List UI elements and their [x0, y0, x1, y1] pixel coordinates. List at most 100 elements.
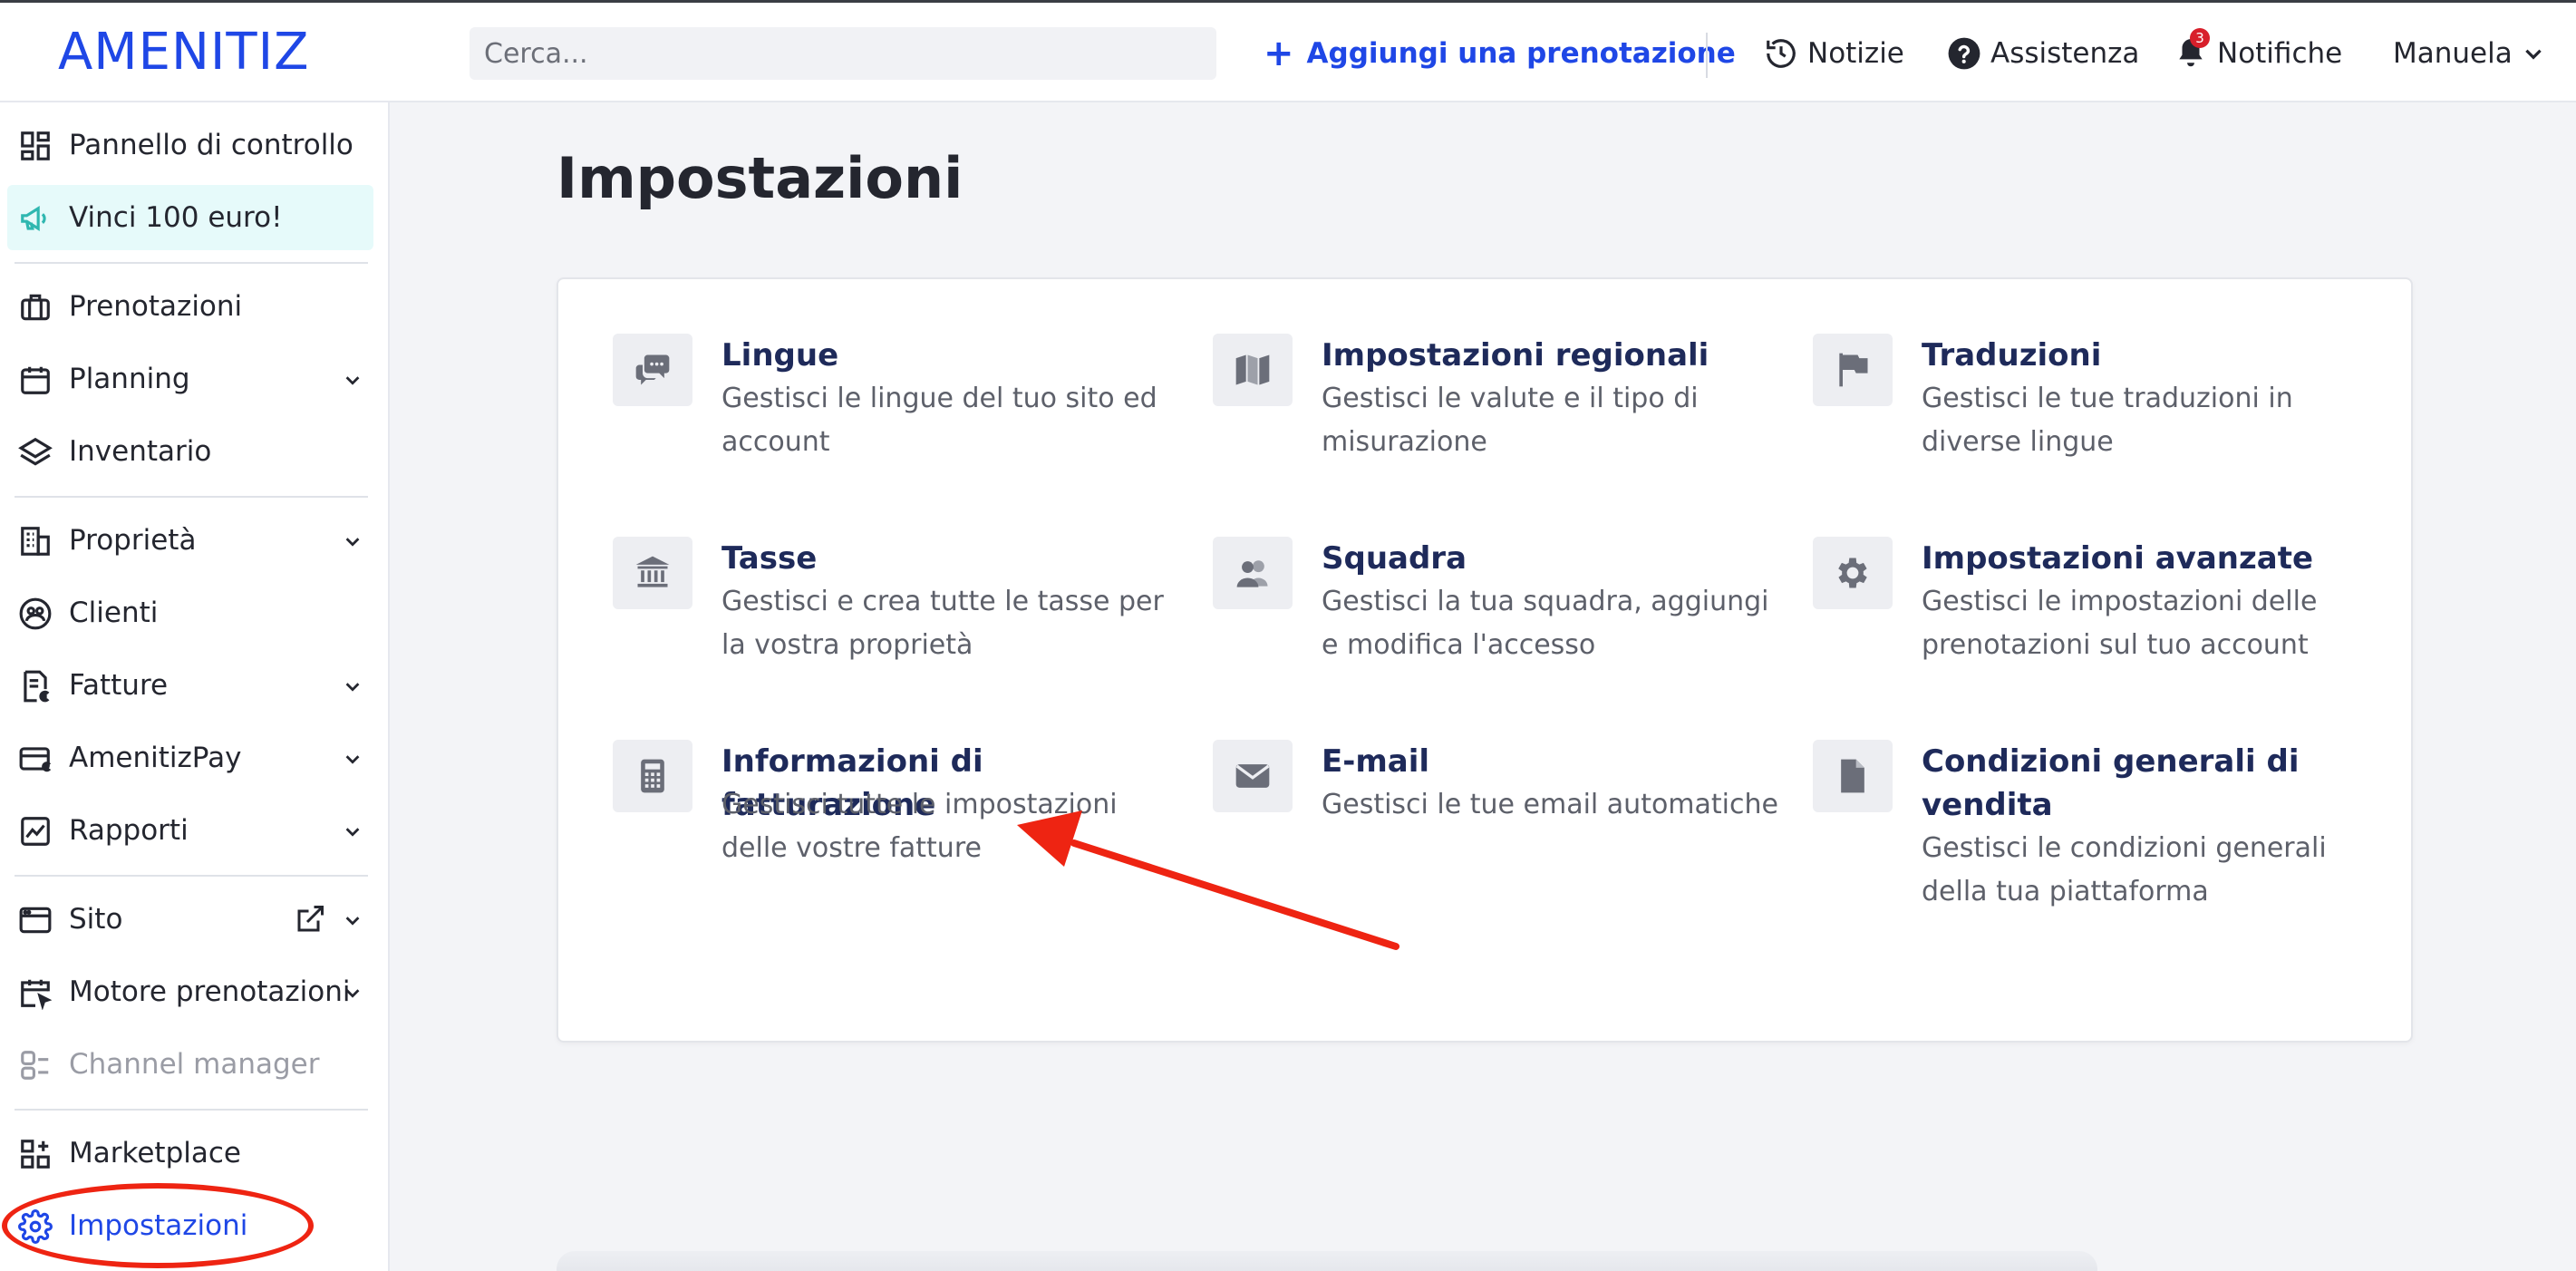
chevron-down-icon: [345, 755, 360, 764]
news-label: Notizie: [1807, 37, 1904, 70]
tile-title: Traduzioni: [1922, 337, 2102, 374]
megaphone-icon: [21, 206, 46, 231]
tile-regional-settings[interactable]: Impostazioni regionali Gestisci le valut…: [1213, 334, 1793, 470]
envelope-icon: [1235, 764, 1270, 788]
flag-icon: [1839, 353, 1868, 387]
tile-languages[interactable]: Lingue Gestisci le lingue del tuo sito e…: [613, 334, 1193, 470]
sidebar-item-planning[interactable]: Planning: [7, 346, 373, 412]
tile-icon-box: [613, 537, 692, 609]
sidebar-item-inventory[interactable]: Inventario: [7, 419, 373, 484]
sidebar-divider: [15, 1109, 368, 1111]
booking-engine-icon: [21, 979, 53, 1010]
chevron-down-icon: [345, 376, 360, 385]
sidebar-item-bookings[interactable]: Prenotazioni: [7, 274, 373, 339]
tile-advanced-settings[interactable]: Impostazioni avanzate Gestisci le impost…: [1813, 537, 2393, 673]
sidebar-item-channel-manager[interactable]: Channel manager: [7, 1032, 373, 1097]
sidebar-item-properties[interactable]: Proprietà: [7, 508, 373, 573]
tile-description: la vostra proprietà: [721, 629, 973, 661]
history-icon: [1767, 39, 1796, 68]
tile-title: Impostazioni regionali: [1322, 337, 1709, 374]
sidebar-item-dashboard[interactable]: Pannello di controllo: [7, 112, 373, 178]
tile-icon-box: [1213, 740, 1293, 812]
sidebar-item-reports[interactable]: Rapporti: [7, 798, 373, 863]
sidebar-item-label: Motore prenotazioni: [69, 975, 351, 1008]
sidebar-divider: [15, 875, 368, 877]
amenitiz-logo[interactable]: AMENITIZ: [58, 23, 310, 82]
tile-description: Gestisci le impostazioni delle: [1922, 586, 2318, 617]
tile-description: Gestisci le tue email automatiche: [1322, 789, 1778, 820]
sidebar-item-label: AmenitizPay: [69, 742, 242, 774]
tile-description: e modifica l'accesso: [1322, 629, 1596, 661]
suitcase-icon: [21, 294, 50, 321]
notifications-label: Notifiche: [2217, 37, 2343, 70]
plus-icon: +: [1264, 33, 1294, 74]
sidebar-item-label: Rapporti: [69, 814, 189, 847]
sidebar-item-clients[interactable]: Clienti: [7, 580, 373, 645]
help-label: Assistenza: [1990, 37, 2140, 70]
user-name: Manuela: [2393, 37, 2513, 70]
tile-icon-box: [613, 334, 692, 406]
cog-icon: [1838, 558, 1867, 588]
tile-team[interactable]: Squadra Gestisci la tua squadra, aggiung…: [1213, 537, 1793, 673]
tile-icon-box: [1813, 537, 1893, 609]
chat-bubbles-icon: [635, 354, 670, 385]
sidebar-item-booking-engine[interactable]: Motore prenotazioni: [7, 959, 373, 1024]
tile-title: Squadra: [1322, 540, 1467, 577]
tile-email[interactable]: E-mail Gestisci le tue email automatiche: [1213, 740, 1793, 830]
external-link-icon[interactable]: [294, 903, 326, 936]
tile-title: vendita: [1922, 787, 2053, 823]
sidebar-item-label: Marketplace: [69, 1137, 241, 1169]
dashboard-icon: [21, 131, 50, 160]
sidebar-item-settings[interactable]: Impostazioni: [7, 1193, 373, 1258]
tile-description: misurazione: [1322, 426, 1487, 458]
chart-icon: [21, 817, 50, 846]
tile-description: Gestisci le tue traduzioni in: [1922, 383, 2293, 414]
sidebar-item-label: Proprietà: [69, 524, 197, 557]
tile-icon-box: [1813, 334, 1893, 406]
sidebar: Pannello di controllo Vinci 100 euro! Pr…: [0, 102, 390, 1271]
sidebar-item-label: Inventario: [69, 435, 212, 468]
tile-translations[interactable]: Traduzioni Gestisci le tue traduzioni in…: [1813, 334, 2393, 470]
card-icon: [19, 747, 52, 772]
chevron-down-icon: [345, 917, 360, 926]
tile-icon-box: [1813, 740, 1893, 812]
tile-description: prenotazioni sul tuo account: [1922, 629, 2309, 661]
chevron-down-icon: [345, 989, 360, 998]
user-menu[interactable]: Manuela: [2393, 30, 2545, 77]
tile-title: Tasse: [721, 540, 818, 577]
tile-title: Condizioni generali di: [1922, 743, 2300, 780]
next-card-edge: [557, 1251, 2097, 1271]
tile-icon-box: [613, 740, 692, 812]
tile-title: Lingue: [721, 337, 839, 374]
sidebar-item-promo[interactable]: Vinci 100 euro!: [7, 185, 373, 250]
bank-icon: [635, 556, 670, 587]
tile-icon-box: [1213, 537, 1293, 609]
sidebar-item-invoices[interactable]: Fatture: [7, 653, 373, 718]
sidebar-item-amenitizpay[interactable]: AmenitizPay: [7, 725, 373, 791]
layers-icon: [18, 437, 53, 466]
sidebar-item-label: Impostazioni: [69, 1209, 248, 1242]
news-button[interactable]: Notizie: [1764, 30, 1904, 77]
add-booking-button[interactable]: + Aggiungi una prenotazione: [1264, 31, 1736, 76]
notification-count-badge: 3: [2190, 28, 2210, 48]
sidebar-item-label: Planning: [69, 363, 190, 395]
calculator-icon: [641, 759, 664, 793]
chevron-down-icon: [2525, 49, 2542, 60]
tile-title: E-mail: [1322, 743, 1430, 780]
gear-icon: [18, 1209, 53, 1244]
tile-description: Gestisci le condizioni generali: [1922, 832, 2327, 864]
clients-icon: [19, 597, 52, 630]
tile-taxes[interactable]: Tasse Gestisci e crea tutte le tasse per…: [613, 537, 1193, 673]
tile-description: Gestisci la tua squadra, aggiungi: [1322, 586, 1769, 617]
help-button[interactable]: Assistenza: [1947, 30, 2139, 77]
browser-icon: [19, 907, 52, 934]
search-input[interactable]: [470, 27, 1216, 80]
tile-billing-information[interactable]: Informazioni di fatturazione Gestisci tu…: [613, 740, 1193, 876]
building-icon: [21, 527, 50, 556]
sidebar-item-site[interactable]: Sito: [7, 887, 373, 952]
sidebar-item-marketplace[interactable]: Marketplace: [7, 1121, 373, 1186]
add-booking-label: Aggiungi una prenotazione: [1306, 37, 1736, 70]
sidebar-divider: [15, 496, 368, 498]
tile-description: delle vostre fatture: [721, 832, 982, 864]
tile-terms-of-sale[interactable]: Condizioni generali di vendita Gestisci …: [1813, 740, 2393, 921]
